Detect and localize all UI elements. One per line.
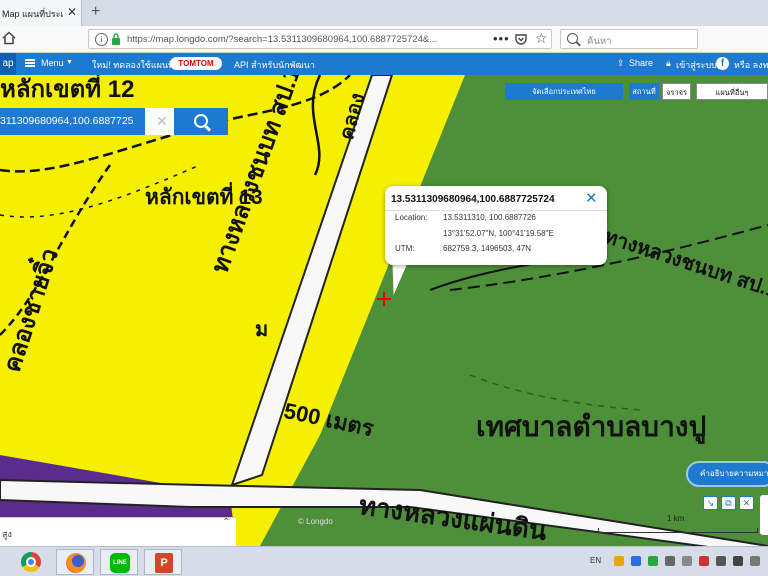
legend-button[interactable]: คำอธิบายความหมาย (686, 461, 768, 487)
map-search-bar: 311309680964,100.6887725 ✕ (0, 108, 228, 135)
search-placeholder: ค้นหา (587, 36, 612, 47)
map-attribution: © Longdo (298, 517, 333, 526)
taskbar-line[interactable]: LINE (100, 549, 138, 575)
url-text: https://map.longdo.com/?search=13.531130… (127, 34, 438, 45)
login-link[interactable]: เข้าสู่ระบบ (676, 58, 717, 72)
taskbar-firefox[interactable] (56, 549, 94, 575)
volume-icon[interactable] (733, 556, 743, 566)
scale-label: 1 km (667, 514, 685, 523)
menu-icon[interactable] (25, 59, 35, 67)
close-icon[interactable]: ✕ (67, 5, 77, 19)
tray-app-icon[interactable] (682, 556, 692, 566)
utm-label: UTM: (395, 244, 415, 253)
popup-close-button[interactable]: ✕ (585, 189, 598, 207)
address-bar[interactable]: i https://map.longdo.com/?search=13.5311… (88, 29, 552, 49)
popup-divider (385, 210, 607, 211)
tomtom-badge[interactable]: TOMTOM (170, 57, 222, 70)
other-map-button[interactable]: แผนที่อื่นๆ (696, 83, 768, 100)
bookmark-star-icon[interactable]: ☆ (535, 30, 548, 47)
location-popup: 13.5311309680964,100.6887725724 ✕ Locati… (385, 186, 607, 265)
location-marker[interactable] (377, 292, 391, 306)
panel-collapse-icon[interactable]: ⌃ (222, 517, 230, 528)
register-link[interactable]: หรือ ลงทะ (734, 58, 768, 72)
search-icon (567, 33, 578, 44)
tab-title: Map แผนที่ประเ (2, 9, 64, 19)
firefox-icon (66, 553, 86, 573)
location-dms: 13°31'52.07"N, 100°41'19.58"E (443, 229, 554, 238)
lock-icon (112, 33, 120, 45)
panel-text: สูง (2, 529, 12, 539)
bottom-left-panel: สูง ⌃ (0, 517, 236, 546)
taskbar-powerpoint[interactable]: P (144, 549, 182, 575)
page-actions-icon[interactable]: ••• (493, 31, 510, 46)
map-label-letter: ม (255, 319, 269, 341)
site-header: ap Menu ▼ ใหม่! ทดลองใช้แผนที่ TOMTOM AP… (0, 53, 768, 75)
share-button[interactable]: Share (629, 58, 653, 68)
map-label-municipality: เทศบาลตำบลบางปู (476, 411, 707, 442)
powerpoint-icon: P (155, 553, 173, 573)
tray-app-icon[interactable] (699, 556, 709, 566)
map-image (0, 75, 768, 546)
tab-longdo-map[interactable]: Map แผนที่ประเ ✕ (0, 0, 82, 26)
scale-bar (598, 528, 758, 533)
facebook-icon[interactable]: f (716, 57, 729, 70)
share-icon[interactable]: ⇪ (617, 58, 625, 69)
tray-app-icon[interactable] (648, 556, 658, 566)
places-button[interactable]: สถานที่ (629, 83, 659, 100)
pocket-icon[interactable] (515, 34, 527, 45)
longdo-logo[interactable]: ap (0, 53, 16, 75)
map-search-button[interactable] (174, 108, 228, 135)
map-label-boundary-top: หลักเขตที่ 12 (0, 76, 135, 103)
close-tool-icon[interactable]: ✕ (739, 496, 754, 510)
browser-search-input[interactable]: ค้นหา (560, 29, 698, 49)
language-indicator[interactable]: EN (590, 556, 601, 565)
lock-small-icon: 🔒︎ (666, 58, 671, 68)
navigation-bar: i https://map.longdo.com/?search=13.5311… (0, 26, 768, 53)
menu-button[interactable]: Menu (41, 58, 64, 68)
line-icon: LINE (110, 553, 130, 573)
zoom-control[interactable] (760, 495, 768, 535)
map-canvas[interactable]: หลักเขตที่ 12 หลักเขตที่ 13 ทางหลวงชนบท … (0, 75, 768, 546)
tray-app-icon[interactable] (614, 556, 624, 566)
chevron-down-icon[interactable]: ▼ (66, 59, 73, 66)
tray-app-icon[interactable] (631, 556, 641, 566)
info-icon[interactable]: i (95, 33, 108, 46)
chrome-icon (21, 552, 41, 572)
location-decimal: 13.5311310, 100.6887726 (443, 213, 536, 222)
route-tool-icon[interactable]: ↘ (703, 496, 718, 510)
api-link[interactable]: API สำหรับนักพัฒนา (234, 58, 315, 72)
utm-value: 682759.3, 1496503, 47N (443, 244, 532, 253)
windows-taskbar: LINE P EN (0, 546, 768, 576)
taskbar-chrome[interactable] (12, 549, 50, 575)
new-tab-icon[interactable]: + (91, 3, 100, 21)
home-icon[interactable] (2, 31, 16, 45)
popup-title: 13.5311309680964,100.6887725724 (391, 194, 555, 205)
traffic-button[interactable]: จราจร (662, 83, 691, 100)
clear-icon[interactable]: ✕ (156, 113, 168, 130)
network-icon[interactable] (716, 556, 726, 566)
tray-app-icon[interactable] (665, 556, 675, 566)
location-label: Location: (395, 213, 428, 222)
map-search-input[interactable]: 311309680964,100.6887725 (0, 108, 145, 135)
tab-bar: Map แผนที่ประเ ✕ + (0, 0, 768, 26)
layer-tool-icon[interactable]: ⧉ (721, 496, 736, 510)
province-select-button[interactable]: จัดเลือกประเทศไทย (505, 83, 623, 100)
search-icon (194, 114, 208, 128)
notification-icon[interactable] (750, 556, 760, 566)
new-feature-link[interactable]: ใหม่! ทดลองใช้แผนที่ (92, 58, 174, 72)
